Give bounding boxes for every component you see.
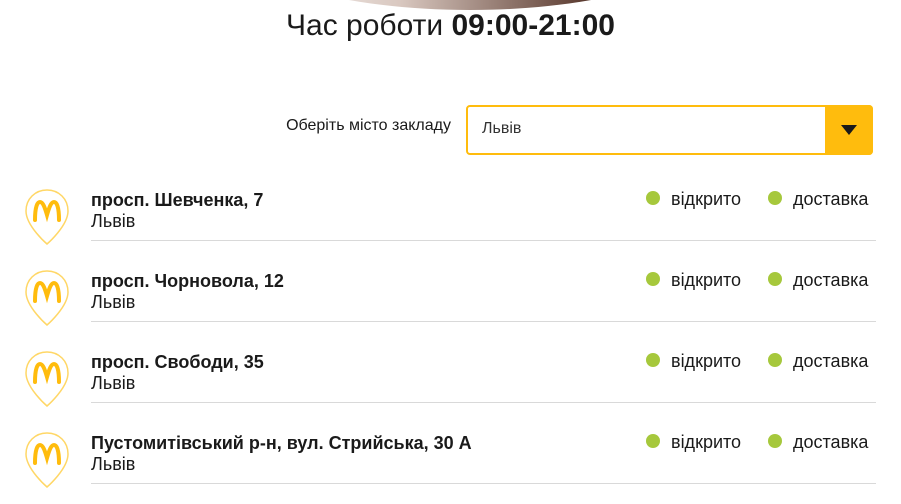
restaurant-city: Львів xyxy=(91,373,136,393)
city-select-dropdown[interactable]: Львів xyxy=(466,105,873,155)
delivery-status-label: доставка xyxy=(793,189,869,209)
mcdonalds-pin-icon xyxy=(25,432,69,488)
restaurant-address: просп. Шевченка, 7 xyxy=(91,190,264,210)
row-divider xyxy=(91,240,876,241)
restaurant-city: Львів xyxy=(91,211,136,231)
city-select-value: Львів xyxy=(482,120,522,137)
restaurant-city: Львів xyxy=(91,292,136,312)
status-dot-icon xyxy=(768,191,782,206)
open-status-label: відкрито xyxy=(671,189,742,209)
delivery-status-label: доставка xyxy=(793,432,869,452)
restaurant-item[interactable]: просп. Чорновола, 12 Львів відкрито дост… xyxy=(0,261,901,342)
mcdonalds-pin-icon xyxy=(25,189,69,245)
status-dot-icon xyxy=(646,272,660,287)
open-status: відкрито xyxy=(646,270,741,291)
status-dot-icon xyxy=(768,353,782,368)
open-status-label: відкрито xyxy=(671,351,742,371)
delivery-status: доставка xyxy=(768,432,868,453)
hours-label: Час роботи xyxy=(286,9,444,42)
hours-value: 09:00-21:00 xyxy=(451,9,615,42)
row-divider xyxy=(91,321,876,322)
restaurant-city: Львів xyxy=(91,454,136,474)
open-status: відкрито xyxy=(646,432,741,453)
row-divider xyxy=(91,402,876,403)
dropdown-toggle[interactable] xyxy=(825,105,873,155)
status-dot-icon xyxy=(768,272,782,287)
chevron-down-icon xyxy=(841,125,857,135)
delivery-status: доставка xyxy=(768,270,868,291)
city-picker: Оберіть місто закладу Львів xyxy=(0,105,901,155)
open-status-label: відкрито xyxy=(671,270,742,290)
open-status: відкрито xyxy=(646,189,741,210)
status-dot-icon xyxy=(768,434,782,449)
restaurant-address: просп. Чорновола, 12 xyxy=(91,271,284,291)
mcdonalds-pin-icon xyxy=(25,351,69,407)
status-dot-icon xyxy=(646,434,660,449)
mcdonalds-pin-icon xyxy=(25,270,69,326)
row-divider xyxy=(91,483,876,484)
open-status-label: відкрито xyxy=(671,432,742,452)
delivery-status: доставка xyxy=(768,351,868,372)
status-dot-icon xyxy=(646,191,660,206)
delivery-status-label: доставка xyxy=(793,270,869,290)
open-status: відкрито xyxy=(646,351,741,372)
delivery-status-label: доставка xyxy=(793,351,869,371)
restaurant-item[interactable]: просп. Свободи, 35 Львів відкрито достав… xyxy=(0,342,901,423)
restaurant-list: просп. Шевченка, 7 Львів відкрито достав… xyxy=(0,180,901,504)
restaurant-address: просп. Свободи, 35 xyxy=(91,352,264,372)
restaurant-item[interactable]: просп. Шевченка, 7 Львів відкрито достав… xyxy=(0,180,901,261)
delivery-status: доставка xyxy=(768,189,868,210)
opening-hours: Час роботи 09:00-21:00 xyxy=(0,8,901,44)
restaurant-address: Пустомитівський р-н, вул. Стрийська, 30 … xyxy=(91,433,472,453)
status-dot-icon xyxy=(646,353,660,368)
city-picker-label: Оберіть місто закладу xyxy=(286,117,451,134)
restaurant-item[interactable]: Пустомитівський р-н, вул. Стрийська, 30 … xyxy=(0,423,901,504)
